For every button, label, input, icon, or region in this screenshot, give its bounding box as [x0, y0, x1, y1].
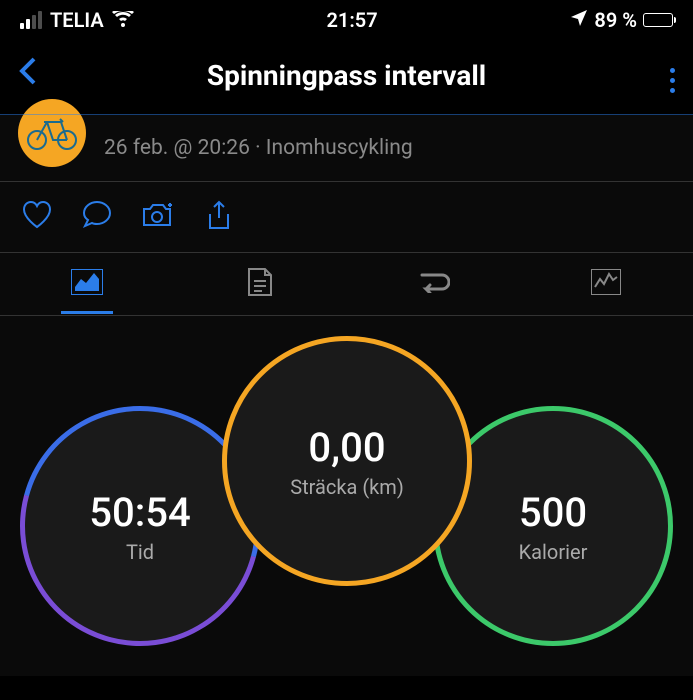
status-right: 89 %: [570, 8, 673, 32]
location-icon: [570, 9, 588, 32]
wifi-icon: [112, 8, 134, 32]
time-label: Tid: [89, 540, 190, 564]
tab-laps[interactable]: [347, 271, 520, 311]
back-button[interactable]: [18, 54, 58, 96]
laps-icon: [416, 278, 450, 297]
time-value: 50:54: [89, 489, 190, 536]
comment-button[interactable]: [82, 201, 112, 233]
clock: 21:57: [326, 8, 377, 32]
more-button[interactable]: [635, 58, 675, 93]
charts-icon: [591, 280, 621, 299]
more-icon: [670, 68, 675, 93]
distance-value: 0,00: [308, 424, 385, 471]
tab-notes[interactable]: [173, 267, 346, 315]
battery-pct: 89 %: [594, 8, 637, 32]
activity-summary: 26 feb. @ 20:26 · Inomhuscykling: [0, 115, 693, 181]
signal-icon: [20, 11, 42, 29]
bicycle-icon: [27, 116, 77, 150]
activity-meta: 26 feb. @ 20:26 · Inomhuscykling: [104, 136, 413, 160]
like-button[interactable]: [22, 201, 52, 233]
page-title: Spinningpass intervall: [58, 59, 635, 92]
distance-label: Sträcka (km): [290, 475, 404, 499]
activity-avatar[interactable]: [18, 99, 86, 167]
notes-icon: [247, 282, 273, 301]
tab-charts[interactable]: [520, 269, 693, 313]
carrier-label: TELIA: [50, 8, 104, 32]
action-bar: [0, 182, 693, 252]
stats-icon: [71, 280, 103, 299]
metric-distance[interactable]: 0,00 Sträcka (km): [222, 336, 472, 586]
status-left: TELIA: [20, 8, 134, 32]
calories-label: Kalorier: [519, 540, 588, 564]
calories-value: 500: [519, 489, 587, 536]
status-bar: TELIA 21:57 89 %: [0, 0, 693, 40]
metrics-panel: 50:54 Tid 500 Kalorier 0,00 Sträcka (km): [0, 316, 693, 676]
header-divider: [0, 114, 693, 115]
share-button[interactable]: [206, 200, 232, 234]
tab-bar: [0, 253, 693, 316]
app-header: Spinningpass intervall: [0, 40, 693, 114]
battery-icon: [643, 13, 673, 27]
tab-stats[interactable]: [0, 269, 173, 313]
camera-button[interactable]: [142, 201, 176, 233]
